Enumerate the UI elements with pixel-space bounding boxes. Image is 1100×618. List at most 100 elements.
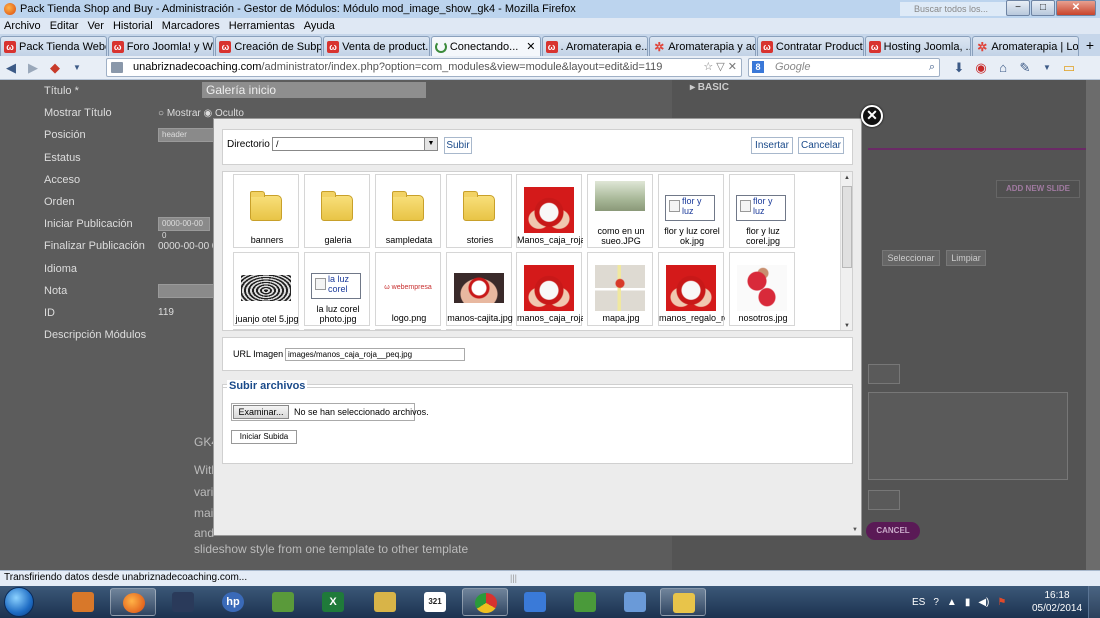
maximize-button[interactable]: □ <box>1031 0 1055 16</box>
image-item[interactable]: Manos_caja_roja <box>516 174 583 248</box>
browser-tab[interactable]: ✲Aromaterapia y ac... <box>649 36 756 56</box>
browse-button[interactable]: Examinar... <box>233 405 289 419</box>
tray-expand-icon[interactable]: ▲ <box>947 597 957 608</box>
image-item[interactable] <box>233 329 299 330</box>
taskbar-notes-button[interactable] <box>260 588 306 616</box>
toolbar-menu-icon[interactable]: ▼ <box>1036 58 1058 78</box>
browser-tab[interactable]: ω Hosting Joomla, ... <box>864 36 972 56</box>
taskbar-window-button[interactable] <box>612 588 658 616</box>
menu-archivo[interactable]: Archivo <box>4 20 41 32</box>
image-item[interactable]: manos_caja_roja <box>516 252 583 326</box>
close-tab-icon[interactable]: ✕ <box>526 40 535 53</box>
taskbar-internet-button[interactable] <box>512 588 558 616</box>
menu-herramientas[interactable]: Herramientas <box>229 20 295 32</box>
forward-button[interactable]: ▶ <box>22 58 44 78</box>
image-item[interactable]: nosotros.jpg <box>729 252 795 326</box>
minimize-button[interactable]: − <box>1006 0 1030 16</box>
volume-icon[interactable]: ◀) <box>978 597 989 608</box>
site-identity-icon[interactable] <box>111 62 123 73</box>
image-url-field[interactable]: images/manos_caja_roja__peq.jpg <box>285 348 465 361</box>
language-indicator[interactable]: ES <box>912 597 925 608</box>
image-item[interactable] <box>375 329 441 330</box>
image-item[interactable]: la luz corel la luz corel photo.jpg <box>304 252 370 326</box>
cancel-button[interactable]: Cancelar <box>798 137 844 154</box>
modal-scrollbar[interactable]: ▼ <box>851 119 861 535</box>
taskbar-firefox-button[interactable] <box>110 588 156 616</box>
browser-tab[interactable]: ω Foro Joomla! y W... <box>107 36 215 56</box>
network-icon[interactable]: ▮ <box>965 597 971 608</box>
image-item[interactable]: como en un sueo.JPG <box>587 174 653 248</box>
taskbar-evernote-button[interactable] <box>562 588 608 616</box>
start-button[interactable] <box>4 587 34 617</box>
browser-tab[interactable]: Conectando... ✕ <box>430 36 541 56</box>
scroll-down-icon[interactable]: ▼ <box>852 527 858 533</box>
start-upload-button[interactable]: Iniciar Subida <box>231 430 297 444</box>
image-item[interactable]: mapa.jpg <box>587 252 653 326</box>
add-new-slide-button[interactable]: ADD NEW SLIDE <box>996 180 1080 198</box>
image-item[interactable]: juanjo otel 5.jpg <box>233 252 299 326</box>
folder-item[interactable]: stories <box>446 174 512 248</box>
modal-close-button[interactable]: ✕ <box>861 105 883 127</box>
bg-field[interactable] <box>868 364 900 384</box>
menu-ayuda[interactable]: Ayuda <box>304 20 335 32</box>
new-tab-button[interactable]: + <box>1080 36 1100 56</box>
page-scrollbar[interactable] <box>1086 80 1100 570</box>
taskbar-media-player-button[interactable] <box>60 588 106 616</box>
image-item[interactable] <box>304 329 370 330</box>
browser-tab[interactable]: ✲Aromaterapia | Lo... <box>972 36 1080 56</box>
up-button[interactable]: Subir <box>444 137 472 154</box>
flag-icon[interactable]: ⚑ <box>997 597 1006 608</box>
menu-ver[interactable]: Ver <box>87 20 104 32</box>
addon-icon[interactable]: ◆ <box>44 58 66 78</box>
browser-tab[interactable]: ω. Aromaterapia e... <box>541 36 649 56</box>
file-input[interactable]: Examinar... No se han seleccionado archi… <box>231 403 429 421</box>
browser-tab[interactable]: ωPack Tienda Webe... <box>0 36 107 56</box>
insert-button[interactable]: Insertar <box>751 137 793 154</box>
title-field[interactable]: Galería inicio <box>202 82 426 98</box>
form-value[interactable]: 0000-00-00 0 <box>158 217 210 240</box>
record-icon[interactable]: ◉ <box>970 58 992 78</box>
browser-tab[interactable]: ω Contratar Product... <box>756 36 864 56</box>
home-icon[interactable]: ⌂ <box>992 58 1014 78</box>
download-icon[interactable]: ⬇ <box>948 58 970 78</box>
dropdown-icon[interactable]: ▼ <box>66 58 88 78</box>
menu-editar[interactable]: Editar <box>50 20 79 32</box>
taskbar-media-center-button[interactable] <box>160 588 206 616</box>
help-icon[interactable]: ? <box>933 597 939 608</box>
clock[interactable]: 16:18 05/02/2014 <box>1030 589 1084 615</box>
image-item[interactable]: manos_regalo_ro <box>658 252 725 326</box>
clear-button[interactable]: Limpiar <box>946 250 986 266</box>
bg-textarea[interactable] <box>868 392 1068 480</box>
chevron-down-icon[interactable]: ▼ <box>424 138 437 150</box>
image-item[interactable] <box>446 329 512 330</box>
cancel-slide-button[interactable]: CANCEL <box>866 522 920 540</box>
taskbar-hp-button[interactable]: hp <box>210 588 256 616</box>
google-icon[interactable]: 8 <box>752 61 764 73</box>
form-value[interactable]: 119 <box>158 307 174 318</box>
folder-item[interactable]: sampledata <box>375 174 441 248</box>
taskbar-explorer-button[interactable] <box>362 588 408 616</box>
show-desktop-button[interactable] <box>1088 586 1100 618</box>
taskbar-excel-button[interactable]: X <box>310 588 356 616</box>
select-button[interactable]: Seleccionar <box>882 250 940 266</box>
url-bar[interactable]: unabriznadecoaching.com/administrator/in… <box>106 58 742 77</box>
taskbar-calendar-button[interactable]: 321 <box>412 588 458 616</box>
image-item[interactable]: manos-cajita.jpg <box>446 252 513 326</box>
basic-section-header[interactable]: ▸ BASIC <box>690 82 729 93</box>
browser-tab[interactable]: ω Venta de product... <box>323 36 430 56</box>
form-value[interactable]: 0000-00-00 0 <box>158 241 218 252</box>
folder-item[interactable]: galeria <box>304 174 370 248</box>
taskbar-chrome-button[interactable] <box>462 588 508 616</box>
menu-historial[interactable]: Historial <box>113 20 153 32</box>
close-window-button[interactable]: ✕ <box>1056 0 1096 16</box>
bg-field[interactable] <box>868 490 900 510</box>
browser-tab[interactable]: ωCreación de Subpr... <box>215 36 323 56</box>
image-item[interactable]: ω webempresa logo.png <box>375 252 441 326</box>
folder-item[interactable]: banners <box>233 174 299 248</box>
extension-icon[interactable]: ✎ <box>1014 58 1036 78</box>
search-engine-box[interactable]: 8 Google ⌕ <box>748 58 940 77</box>
taskbar-sticky-button[interactable] <box>660 588 706 616</box>
search-icon[interactable]: ⌕ <box>929 59 935 76</box>
bookmark-star-icon[interactable]: ☆ ▽ ✕ <box>703 59 737 76</box>
image-item[interactable]: flor y luz flor y luz corel ok.jpg <box>658 174 724 248</box>
